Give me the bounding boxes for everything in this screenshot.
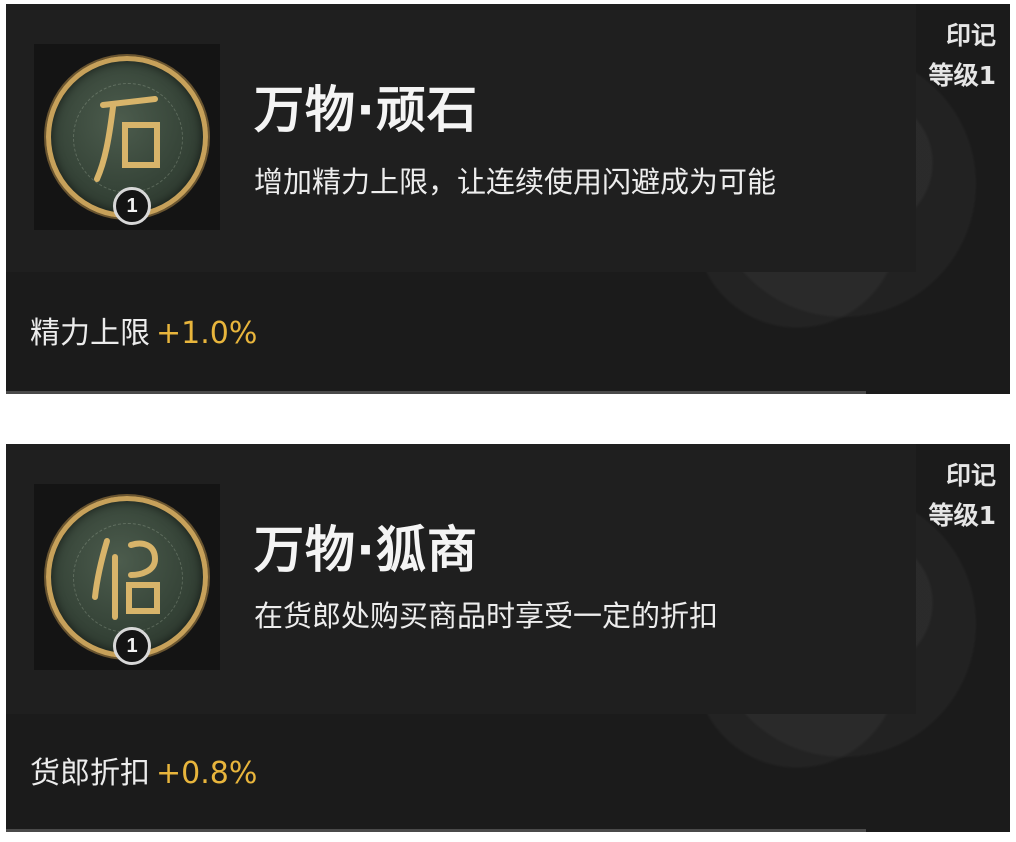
card-header-panel: 1 万物·顽石 增加精力上限，让连续使用闪避成为可能 [6,4,916,272]
mark-level: 等级1 [928,61,996,90]
card-header-panel: 1 万物·狐商 在货郎处购买商品时享受一定的折扣 [6,444,916,714]
divider [6,829,866,832]
stat-row: 精力上限 +1.0% [30,308,257,352]
mark-level: 等级1 [928,501,996,530]
mark-icon-frame: 1 [34,44,220,230]
mark-tag: 印记 [945,461,996,490]
mark-title: 万物·狐商 [254,521,478,579]
stat-label: 精力上限 [30,316,150,351]
mark-card-stone[interactable]: 1 万物·顽石 增加精力上限，让连续使用闪避成为可能 印记 等级1 精力上限 +1… [6,4,1010,394]
stat-value: +0.8% [156,756,258,791]
mark-title: 万物·顽石 [254,81,478,139]
mark-description: 增加精力上限，让连续使用闪避成为可能 [254,165,777,199]
stat-label: 货郎折扣 [30,756,150,791]
fox-merchant-rune-coin-icon: 1 [46,496,208,665]
level-badge: 1 [113,627,151,665]
divider [6,391,866,394]
stone-rune-coin-icon: 1 [46,56,208,225]
mark-meta: 印记 等级1 [929,16,996,96]
mark-tag: 印记 [945,21,996,50]
mark-card-fox-merchant[interactable]: 1 万物·狐商 在货郎处购买商品时享受一定的折扣 印记 等级1 货郎折扣 +0.8… [6,444,1010,832]
mark-description: 在货郎处购买商品时享受一定的折扣 [254,599,719,633]
mark-icon-frame: 1 [34,484,220,670]
stat-row: 货郎折扣 +0.8% [30,748,257,792]
level-badge: 1 [113,187,151,225]
stat-value: +1.0% [156,316,258,351]
mark-meta: 印记 等级1 [929,456,996,536]
